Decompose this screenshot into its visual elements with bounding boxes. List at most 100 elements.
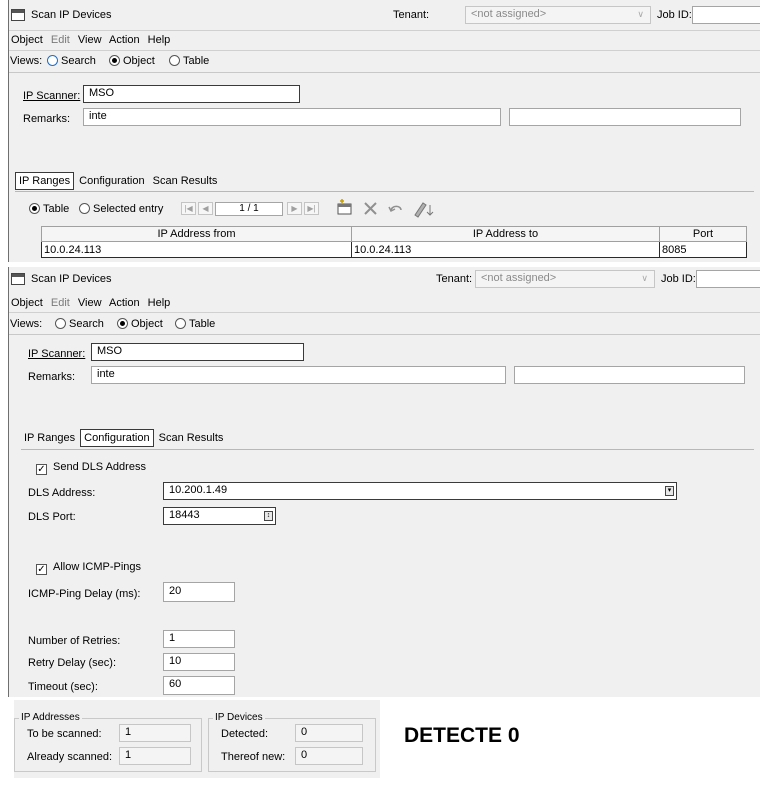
- spinner-icon[interactable]: ↕: [264, 511, 273, 521]
- col-ip-to[interactable]: IP Address to: [351, 226, 660, 242]
- menu-edit[interactable]: Edit: [51, 297, 70, 309]
- send-dls-checkbox[interactable]: ✓ Send DLS Address: [36, 461, 146, 475]
- thereof-new-value: 0: [301, 749, 308, 761]
- ip-scanner-value: MSO: [89, 87, 115, 99]
- remarks-extra-input[interactable]: [509, 108, 741, 126]
- col-ip-from[interactable]: IP Address from: [41, 226, 352, 242]
- menu-help[interactable]: Help: [148, 34, 171, 46]
- menu-edit[interactable]: Edit: [51, 34, 70, 46]
- undo-icon[interactable]: [388, 205, 402, 213]
- new-record-icon[interactable]: [337, 199, 352, 215]
- tenant-dropdown[interactable]: <not assigned> ∨: [465, 6, 651, 24]
- tab-strip: IP Ranges Configuration Scan Results: [15, 172, 222, 192]
- menu-action[interactable]: Action: [109, 34, 140, 46]
- dls-port-stepper[interactable]: 18443 ↕: [163, 507, 276, 525]
- remarks-input[interactable]: inte: [83, 108, 501, 126]
- view-object-label: Object: [123, 55, 155, 67]
- dls-port-value: 18443: [169, 509, 200, 521]
- job-id-input[interactable]: [696, 270, 760, 288]
- allow-icmp-label: Allow ICMP-Pings: [53, 561, 142, 573]
- remarks-extra-input[interactable]: [514, 366, 745, 384]
- timeout-input[interactable]: 60: [163, 676, 235, 695]
- retries-input[interactable]: 1: [163, 630, 235, 648]
- view-table-label: Table: [189, 318, 216, 330]
- tab-divider: [21, 449, 754, 450]
- view-search-radio[interactable]: Search: [55, 318, 104, 330]
- view-object-radio[interactable]: Object: [117, 318, 163, 330]
- cell-port[interactable]: 8085: [659, 241, 747, 258]
- ip-scanner-value: MSO: [97, 345, 123, 357]
- menu-action[interactable]: Action: [109, 297, 140, 309]
- scan-window-configuration: Scan IP Devices Tenant: <not assigned> ∨…: [8, 267, 760, 697]
- detected-annotation: DETECTE 0: [404, 724, 520, 747]
- remarks-input[interactable]: inte: [91, 366, 506, 384]
- tab-configuration[interactable]: Configuration: [76, 173, 147, 189]
- ip-devices-title: IP Devices: [213, 712, 265, 723]
- radio-icon: [55, 318, 66, 329]
- checkmark-icon: ✓: [36, 564, 47, 575]
- mode-table-label: Table: [43, 203, 70, 215]
- cell-ip-from[interactable]: 10.0.24.113: [41, 241, 352, 258]
- menu-object[interactable]: Object: [11, 297, 43, 309]
- cell-ip-to[interactable]: 10.0.24.113: [351, 241, 660, 258]
- allow-icmp-checkbox[interactable]: ✓ Allow ICMP-Pings: [36, 561, 141, 575]
- chevron-down-icon: ∨: [637, 9, 644, 19]
- ip-ranges-table: IP Address from IP Address to Port 10.0.…: [41, 226, 747, 258]
- sign-tool-icon[interactable]: [414, 202, 434, 218]
- menu-view[interactable]: View: [78, 34, 102, 46]
- mode-table-radio[interactable]: Table: [29, 203, 69, 215]
- scan-window-ip-ranges: Scan IP Devices Tenant: <not assigned> ∨…: [8, 0, 760, 262]
- dls-port-label: DLS Port:: [28, 511, 76, 523]
- dls-address-combo[interactable]: 10.200.1.49 ▾: [163, 482, 677, 500]
- job-id-input[interactable]: [692, 6, 760, 24]
- thereof-new-label: Thereof new:: [221, 751, 286, 763]
- ip-scanner-input[interactable]: MSO: [83, 85, 300, 103]
- icmp-delay-input[interactable]: 20: [163, 582, 235, 602]
- menu-object[interactable]: Object: [11, 34, 43, 46]
- ip-addresses-title: IP Addresses: [19, 712, 82, 723]
- record-toolbar: [337, 199, 434, 218]
- prev-page-icon[interactable]: ◀: [198, 202, 213, 215]
- page-indicator[interactable]: 1 / 1: [215, 202, 283, 216]
- pager-toolbar: |◀ ◀ 1 / 1 ▶ ▶|: [181, 202, 361, 217]
- icmp-delay-value: 20: [169, 585, 182, 597]
- tenant-dropdown[interactable]: <not assigned> ∨: [475, 270, 655, 288]
- radio-icon: [169, 55, 180, 66]
- window-title: Scan IP Devices: [31, 9, 112, 21]
- already-scanned-value: 1: [125, 749, 132, 761]
- retries-label: Number of Retries:: [28, 635, 121, 647]
- view-table-radio[interactable]: Table: [175, 318, 215, 330]
- radio-icon: [175, 318, 186, 329]
- tab-scan-results[interactable]: Scan Results: [150, 173, 221, 189]
- table-row[interactable]: 10.0.24.113 10.0.24.113 8085: [41, 241, 747, 258]
- views-bar: Views: Search Object Table: [9, 51, 760, 73]
- first-page-icon[interactable]: |◀: [181, 202, 196, 215]
- tab-scan-results[interactable]: Scan Results: [156, 430, 227, 446]
- radio-icon: [29, 203, 40, 214]
- next-page-icon[interactable]: ▶: [287, 202, 302, 215]
- last-page-icon[interactable]: ▶|: [304, 202, 319, 215]
- dropdown-arrow-icon[interactable]: ▾: [665, 486, 674, 496]
- radio-icon: [47, 55, 58, 66]
- ip-addresses-group: IP Addresses To be scanned: 1 Already sc…: [14, 712, 202, 772]
- view-table-label: Table: [183, 55, 210, 67]
- view-table-radio[interactable]: Table: [169, 55, 209, 67]
- view-object-radio[interactable]: Object: [109, 55, 155, 67]
- window-icon: [11, 273, 25, 285]
- ip-scanner-input[interactable]: MSO: [91, 343, 304, 361]
- tab-ip-ranges[interactable]: IP Ranges: [15, 172, 75, 190]
- timeout-label: Timeout (sec):: [28, 681, 98, 693]
- retry-delay-input[interactable]: 10: [163, 653, 235, 671]
- delete-icon[interactable]: [364, 202, 377, 215]
- detected-field: 0: [295, 724, 363, 742]
- tenant-label: Tenant:: [393, 9, 430, 21]
- mode-selected-entry-radio[interactable]: Selected entry: [79, 203, 163, 215]
- tab-strip: IP Ranges Configuration Scan Results: [21, 429, 228, 449]
- tenant-label: Tenant:: [436, 273, 473, 285]
- tab-ip-ranges[interactable]: IP Ranges: [21, 430, 78, 446]
- col-port[interactable]: Port: [659, 226, 747, 242]
- menu-help[interactable]: Help: [148, 297, 171, 309]
- tab-configuration[interactable]: Configuration: [80, 429, 154, 447]
- menu-view[interactable]: View: [78, 297, 102, 309]
- view-search-radio[interactable]: Search: [47, 55, 96, 67]
